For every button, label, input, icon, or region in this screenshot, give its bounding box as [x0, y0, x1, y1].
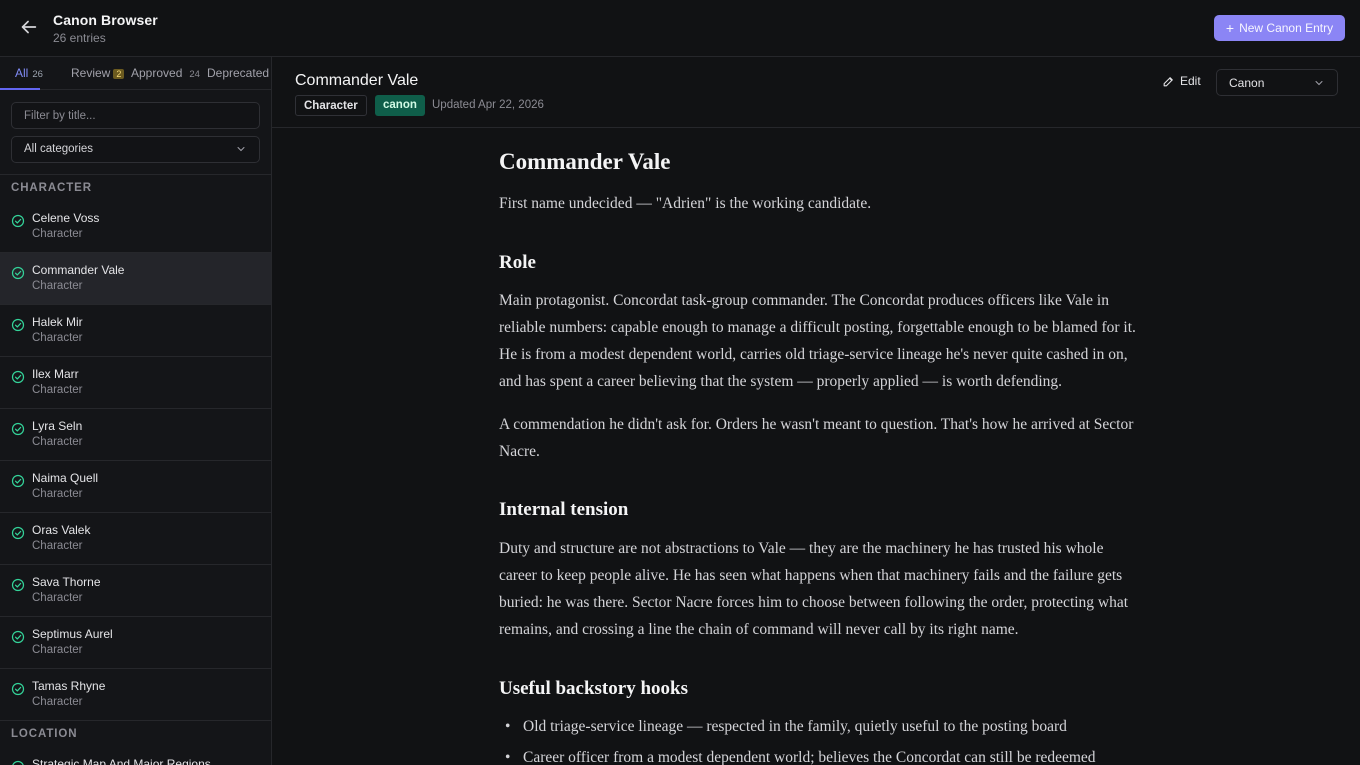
approved-check-icon [11, 370, 25, 384]
role-heading: Role [499, 252, 536, 273]
item-category: Character [32, 644, 83, 656]
item-category: Character [32, 436, 83, 448]
item-title: Ilex Marr [32, 367, 79, 381]
item-title: Naima Quell [32, 471, 99, 485]
active-tab-indicator [0, 88, 40, 90]
category-tag: Character [295, 95, 367, 116]
item-category: Character [32, 384, 83, 396]
app-title: Canon Browser [53, 12, 158, 28]
main-panel: Commander Vale Character canon Updated A… [272, 57, 1360, 765]
item-title: Lyra Seln [32, 419, 83, 433]
document-header-title: Commander Vale [295, 72, 419, 89]
new-canon-entry-label: New Canon Entry [1239, 21, 1334, 35]
tab-all-label: All [15, 66, 29, 80]
list-item[interactable]: Celene Voss Character [0, 201, 271, 253]
tab-review-label: Review [71, 66, 111, 80]
list-item[interactable]: Oras Valek Character [0, 513, 271, 565]
approved-check-icon [11, 578, 25, 592]
approved-check-icon [11, 630, 25, 644]
item-title: Commander Vale [32, 263, 125, 277]
list-item[interactable]: Strategic Map And Major Regions [0, 747, 271, 765]
entry-list: CHARACTER Celene Voss Character Commande… [0, 175, 271, 765]
item-category: Character [32, 540, 83, 552]
intro-paragraph: First name undecided — "Adrien" is the w… [499, 195, 872, 212]
role-paragraph-2: A commendation he didn't ask for. Orders… [499, 416, 1134, 460]
list-item-selected[interactable]: Commander Vale Character [0, 253, 271, 305]
item-title: Celene Voss [32, 211, 100, 225]
role-paragraph-1: Main protagonist. Concordat task-group c… [499, 292, 1136, 390]
tab-approved-count: 24 [189, 69, 200, 80]
chevron-down-icon [237, 147, 245, 152]
status-select[interactable]: Canon [1216, 69, 1338, 96]
item-category: Character [32, 228, 83, 240]
approved-check-icon [11, 474, 25, 488]
approved-check-icon [11, 526, 25, 540]
tab-approved[interactable]: Approved 24 [131, 66, 200, 80]
approved-check-icon [11, 422, 25, 436]
list-item[interactable]: Lyra Seln Character [0, 409, 271, 461]
top-bar: Canon Browser 26 entries + New Canon Ent… [0, 0, 1360, 57]
status-badge: canon [375, 95, 425, 116]
item-title: Strategic Map And Major Regions [32, 757, 211, 765]
document-header: Commander Vale Character canon Updated A… [272, 57, 1360, 128]
item-title: Oras Valek [32, 523, 91, 537]
new-canon-entry-button[interactable]: + New Canon Entry [1214, 15, 1345, 41]
tab-review[interactable]: Review 2 [71, 66, 125, 80]
document-title: Commander Vale [499, 149, 671, 174]
tab-deprecated[interactable]: Deprecated [207, 66, 269, 80]
filter-input[interactable] [11, 102, 260, 129]
item-category: Character [32, 696, 83, 708]
list-item[interactable]: Sava Thorne Character [0, 565, 271, 617]
internal-tension-heading: Internal tension [499, 499, 629, 520]
entry-count: 26 entries [53, 31, 106, 45]
list-item: Old triage-service lineage — respected i… [499, 711, 1159, 742]
plus-icon: + [1225, 20, 1235, 36]
back-arrow-icon[interactable] [18, 16, 40, 38]
list-item[interactable]: Tamas Rhyne Character [0, 669, 271, 721]
internal-tension-paragraph: Duty and structure are not abstractions … [499, 540, 1129, 638]
approved-check-icon [11, 266, 25, 280]
category-select[interactable]: All categories [11, 136, 260, 163]
list-item[interactable]: Naima Quell Character [0, 461, 271, 513]
tab-all[interactable]: All 26 [15, 66, 43, 80]
item-category: Character [32, 592, 83, 604]
list-item: Career officer from a modest dependent w… [499, 742, 1159, 765]
pencil-icon [1163, 76, 1173, 86]
item-category: Character [32, 332, 83, 344]
status-select-value: Canon [1229, 76, 1265, 90]
backstory-hooks-heading: Useful backstory hooks [499, 678, 688, 699]
status-tabs: All 26 Review 2 Approved 24 Deprecated [0, 57, 271, 90]
category-select-value: All categories [24, 143, 94, 155]
item-title: Septimus Aurel [32, 627, 113, 641]
item-category: Character [32, 280, 83, 292]
section-header-character: CHARACTER [11, 182, 92, 194]
chevron-down-icon [1315, 81, 1323, 86]
sidebar: All26 Review2 Approved 24 Deprecated All … [0, 57, 272, 765]
item-title: Tamas Rhyne [32, 679, 106, 693]
tab-approved-label: Approved [131, 66, 183, 80]
list-item[interactable]: Ilex Marr Character [0, 357, 271, 409]
approved-check-icon [11, 214, 25, 228]
list-item[interactable]: Halek Mir Character [0, 305, 271, 357]
tab-deprecated-label: Deprecated [207, 66, 270, 80]
tab-all-count: 26 [32, 69, 43, 80]
updated-timestamp: Updated Apr 22, 2026 [432, 99, 544, 111]
item-title: Halek Mir [32, 315, 83, 329]
edit-button[interactable]: Edit [1162, 74, 1201, 88]
tab-review-count: 2 [113, 69, 125, 79]
edit-label: Edit [1180, 74, 1201, 88]
list-item[interactable]: Septimus Aurel Character [0, 617, 271, 669]
backstory-hooks-list: Old triage-service lineage — respected i… [499, 711, 1159, 765]
section-header-location: LOCATION [11, 728, 78, 740]
approved-check-icon [11, 682, 25, 696]
approved-check-icon [12, 760, 24, 765]
approved-check-icon [11, 318, 25, 332]
item-title: Sava Thorne [32, 575, 101, 589]
item-category: Character [32, 488, 83, 500]
